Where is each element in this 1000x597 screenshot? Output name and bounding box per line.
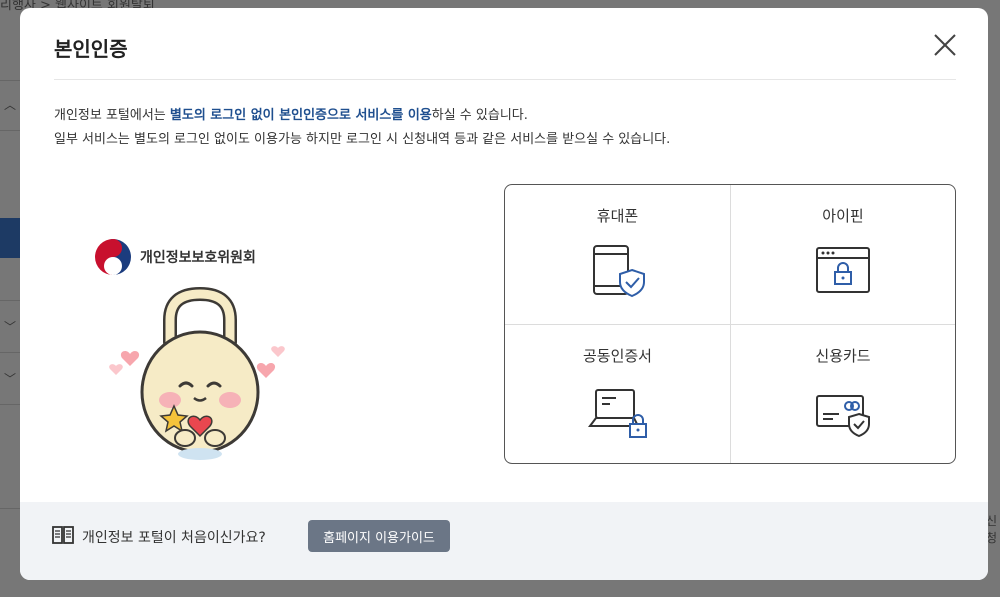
sidebar-divider: [0, 352, 22, 353]
chevron-up-icon: ︿: [4, 98, 17, 112]
intro-line-1-pre: 개인정보 포털에서는: [54, 108, 170, 123]
close-icon[interactable]: [932, 32, 958, 58]
auth-modal: 본인인증 개인정보 포털에서는 별도의 로그인 없이 본인인증으로 서비스를 이…: [20, 8, 988, 580]
background-fragment-text: 신청: [986, 514, 998, 545]
auth-option-ipin[interactable]: 아이핀: [730, 185, 955, 324]
auth-option-label: 공동인증서: [582, 347, 652, 365]
sidebar-divider: [0, 300, 22, 301]
ipin-browser-lock-icon: [816, 247, 870, 293]
auth-option-label: 휴대폰: [596, 207, 639, 225]
sidebar-active-item: [0, 218, 20, 258]
background-sidebar: ︿ ﹀ ﹀: [0, 0, 22, 597]
chevron-down-icon: ﹀: [4, 372, 17, 386]
footer-question: 개인정보 포털이 처음이신가요?: [82, 530, 266, 546]
homepage-guide-button[interactable]: 홈페이지 이용가이드: [308, 520, 450, 552]
modal-header: 본인인증: [54, 8, 956, 80]
intro-text: 개인정보 포털에서는 별도의 로그인 없이 본인인증으로 서비스를 이용하실 수…: [54, 104, 670, 152]
auth-option-label: 신용카드: [815, 347, 871, 365]
org-name: 개인정보보호위원회: [140, 250, 256, 266]
book-icon: [52, 526, 74, 544]
sidebar-divider: [0, 508, 22, 509]
chevron-down-icon: ﹀: [4, 320, 17, 334]
mobile-phone-icon: [592, 245, 645, 298]
government-emblem-icon: [95, 239, 131, 275]
intro-line-1: 개인정보 포털에서는 별도의 로그인 없이 본인인증으로 서비스를 이용하실 수…: [54, 104, 670, 128]
org-logo-row: 개인정보보호위원회: [94, 238, 256, 276]
intro-highlight: 별도의 로그인 없이 본인인증으로 서비스를 이용: [169, 108, 432, 123]
auth-option-credit-card[interactable]: 신용카드: [730, 324, 955, 463]
laptop-lock-icon: [587, 389, 647, 438]
auth-option-label: 아이핀: [822, 207, 864, 225]
intro-line-2: 일부 서비스는 별도의 로그인 없이도 이용가능 하지만 로그인 시 신청내역 …: [54, 132, 671, 147]
sidebar-divider: [0, 130, 22, 131]
mascot-lock-character: [109, 286, 285, 460]
auth-options-grid: 휴대폰 아이핀 공동인증서 신용카드: [504, 184, 956, 464]
sidebar-divider: [0, 80, 22, 81]
auth-option-mobile[interactable]: 휴대폰: [505, 185, 730, 324]
auth-option-certificate[interactable]: 공동인증서: [505, 324, 730, 463]
modal-footer: 개인정보 포털이 처음이신가요? 홈페이지 이용가이드: [20, 502, 988, 580]
mascot-illustration: 개인정보보호위원회: [90, 234, 290, 464]
sidebar-divider: [0, 404, 22, 405]
credit-card-icon: [816, 395, 870, 438]
modal-title: 본인인증: [54, 37, 128, 61]
intro-line-1-post: 하실 수 있습니다.: [431, 108, 528, 123]
